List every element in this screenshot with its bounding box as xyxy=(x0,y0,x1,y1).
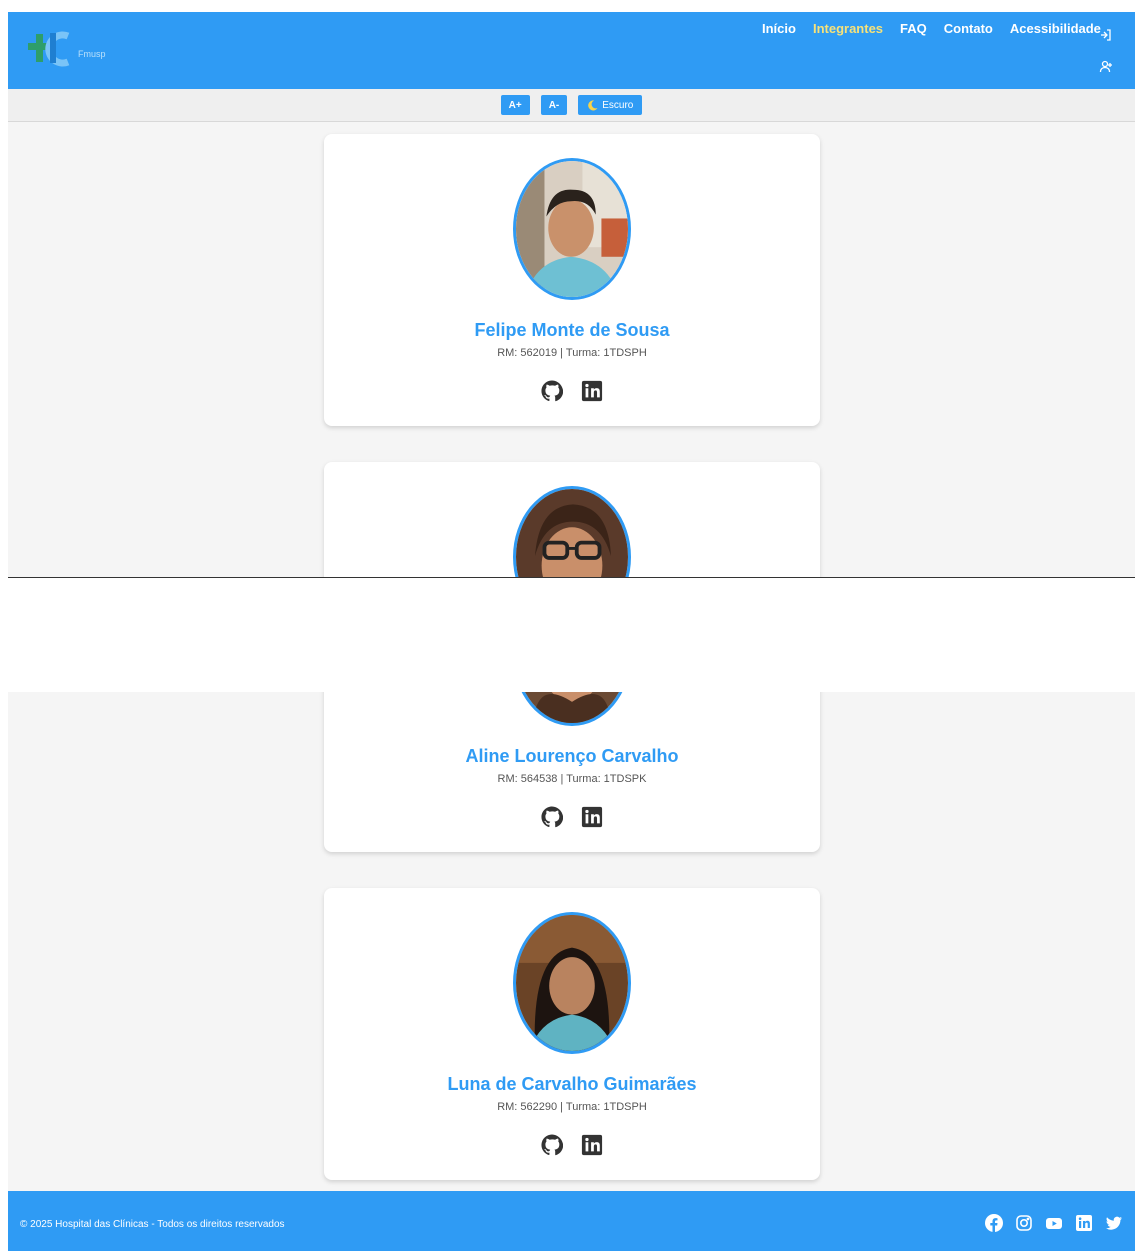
member-info: RM: 564538 | Turma: 1TDSPK xyxy=(497,773,647,785)
member-info: RM: 562019 | Turma: 1TDSPH xyxy=(497,347,647,359)
github-icon[interactable] xyxy=(541,380,564,402)
youtube-icon[interactable] xyxy=(1045,1214,1063,1232)
member-photo xyxy=(513,912,631,1054)
font-decrease-button[interactable]: A- xyxy=(540,95,568,115)
register-icon[interactable] xyxy=(1099,60,1113,74)
nav-item-acessibilidade[interactable]: Acessibilidade xyxy=(1010,21,1101,36)
member-card: Luna de Carvalho Guimarães RM: 562290 | … xyxy=(324,888,820,1180)
instagram-icon[interactable] xyxy=(1015,1214,1033,1232)
member-name: Aline Lourenço Carvalho xyxy=(465,746,679,766)
linkedin-icon[interactable] xyxy=(581,806,603,828)
member-card: Felipe Monte de Sousa RM: 562019 | Turma… xyxy=(324,134,820,426)
github-icon[interactable] xyxy=(541,1134,564,1156)
nav-item-inicio[interactable]: Início xyxy=(762,21,796,36)
member-socials xyxy=(324,380,820,402)
viewport-top: Fmusp Início Integrantes FAQ Contato Ace… xyxy=(8,12,1135,578)
facebook-icon[interactable] xyxy=(985,1214,1003,1232)
footer-social-links xyxy=(985,1214,1123,1232)
moon-icon xyxy=(588,99,598,110)
twitter-icon[interactable] xyxy=(1105,1214,1123,1232)
dark-mode-button[interactable]: Escuro xyxy=(578,95,643,115)
site-header: Fmusp Início Integrantes FAQ Contato Ace… xyxy=(8,12,1135,89)
linkedin-icon[interactable] xyxy=(581,380,603,402)
copyright-text: © 2025 Hospital das Clínicas - Todos os … xyxy=(20,1219,285,1230)
nav-item-faq[interactable]: FAQ xyxy=(900,21,927,36)
site-footer: © 2025 Hospital das Clínicas - Todos os … xyxy=(8,1191,1135,1251)
github-icon[interactable] xyxy=(541,806,564,828)
member-name: Felipe Monte de Sousa xyxy=(474,320,670,340)
font-increase-button[interactable]: A+ xyxy=(500,95,530,115)
dark-mode-label: Escuro xyxy=(602,99,634,111)
member-socials xyxy=(324,806,820,828)
member-name: Luna de Carvalho Guimarães xyxy=(447,1074,697,1094)
viewport-bottom: Aline Lourenço Carvalho RM: 564538 | Tur… xyxy=(8,692,1135,1251)
linkedin-icon[interactable] xyxy=(1075,1214,1093,1232)
member-socials xyxy=(324,1134,820,1156)
linkedin-icon[interactable] xyxy=(581,1134,603,1156)
member-photo xyxy=(513,486,631,577)
member-photo xyxy=(513,692,631,726)
member-photo xyxy=(513,158,631,300)
login-icon[interactable] xyxy=(1099,28,1113,42)
nav-item-integrantes[interactable]: Integrantes xyxy=(813,21,883,36)
accessibility-toolbar: A+ A- Escuro xyxy=(8,89,1135,122)
member-card xyxy=(324,462,820,577)
hc-logo[interactable]: Fmusp xyxy=(28,30,110,70)
member-card: Aline Lourenço Carvalho RM: 564538 | Tur… xyxy=(324,692,820,852)
logo-text: Fmusp xyxy=(78,49,106,59)
member-info: RM: 562290 | Turma: 1TDSPH xyxy=(497,1101,647,1113)
main-nav: Início Integrantes FAQ Contato Acessibil… xyxy=(762,21,1101,36)
nav-item-contato[interactable]: Contato xyxy=(944,21,993,36)
